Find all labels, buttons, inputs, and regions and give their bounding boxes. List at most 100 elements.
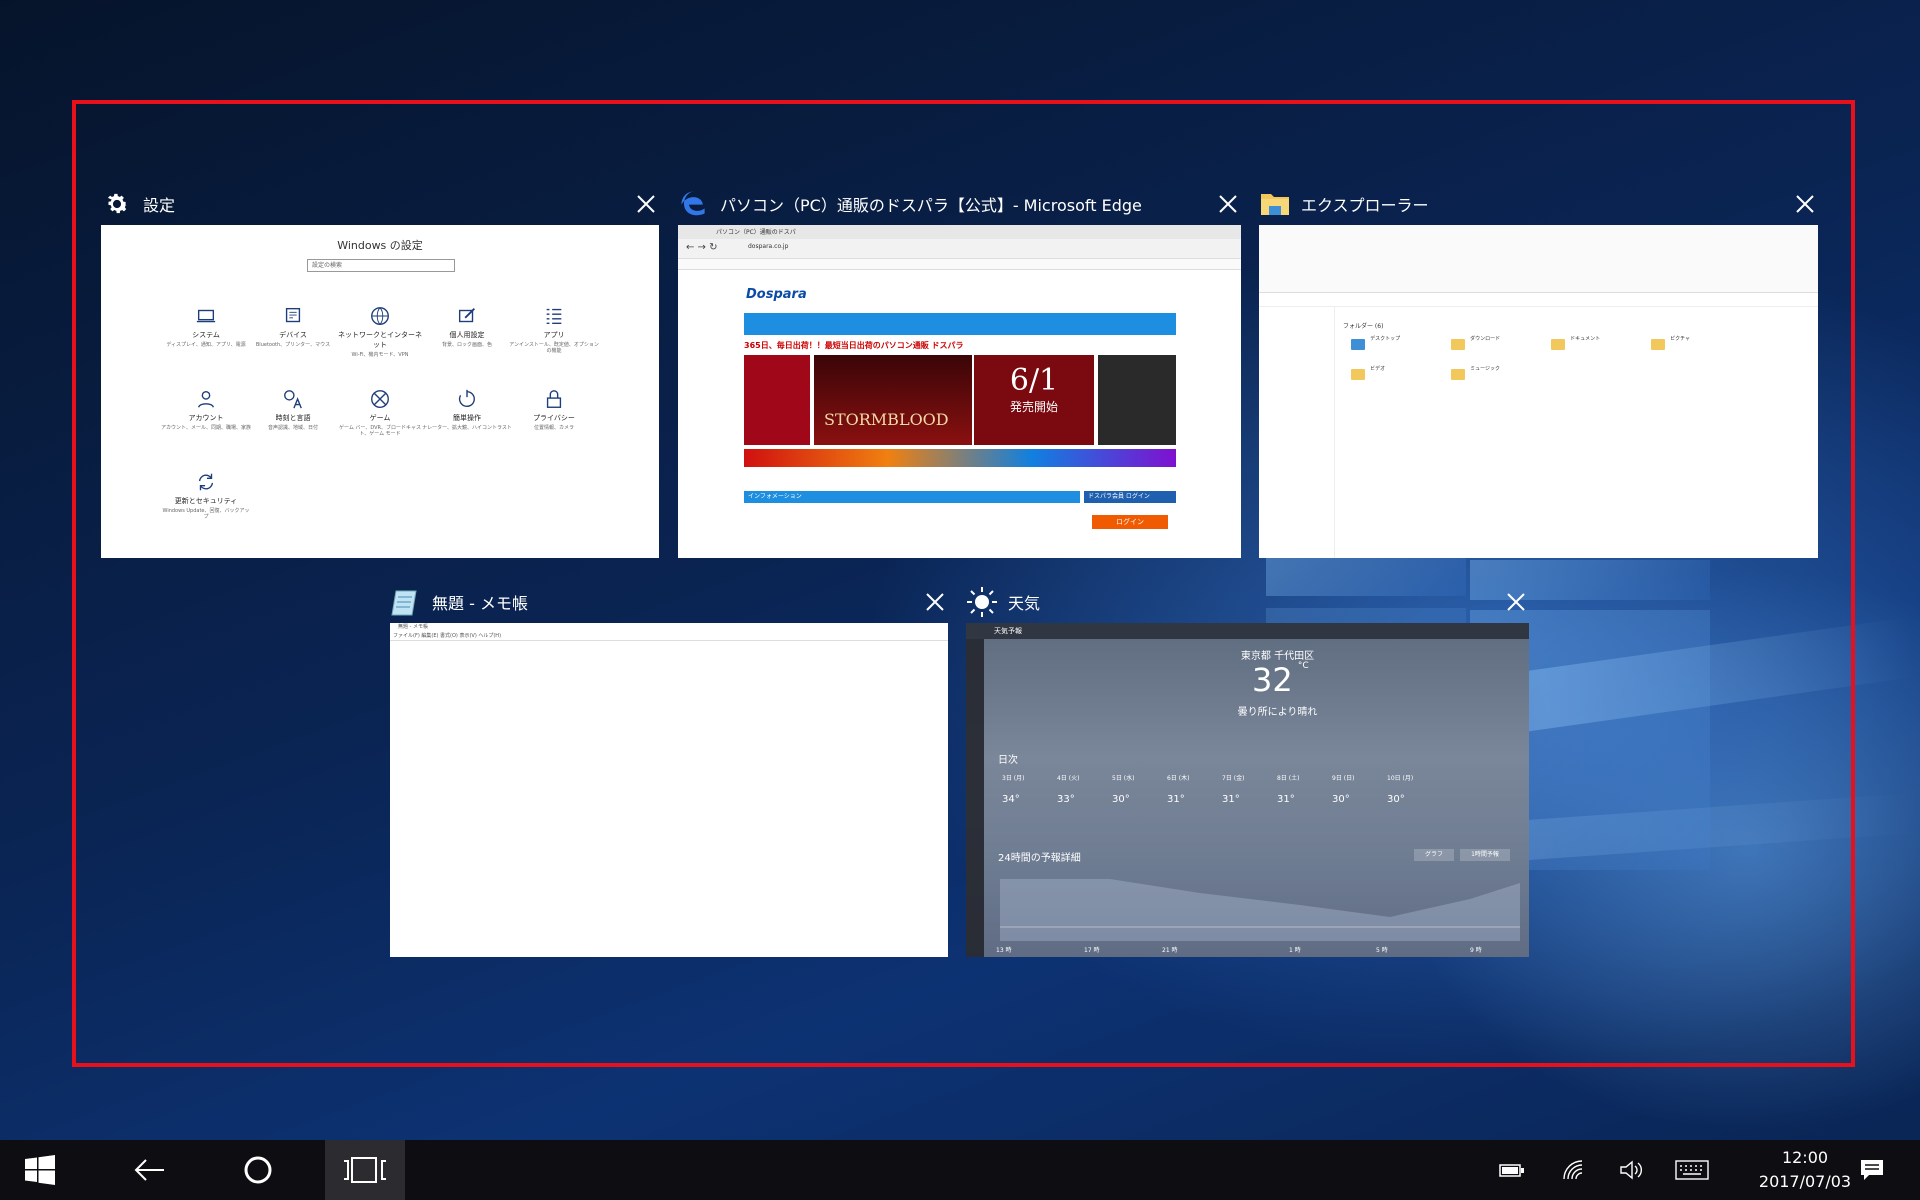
folder-item: ピクチャ [1651, 335, 1690, 354]
favorites-bar [678, 259, 1241, 270]
sun-icon [966, 586, 998, 618]
promo-strip [744, 449, 1176, 467]
browser-tabs: パソコン（PC）通販のドスパ [678, 225, 1241, 239]
day-forecast[interactable]: 4日 (火) 33° [1057, 773, 1105, 805]
headline: 365日、毎日出荷！！最短当日出荷のパソコン通販 ドスパラ [744, 341, 964, 350]
clock-time: 12:00 [1781, 1148, 1829, 1167]
settings-item: プライバシー 位置情報、カメラ [509, 388, 599, 431]
settings-heading: Windows の設定 [337, 239, 423, 252]
windows-logo-icon [25, 1155, 55, 1185]
task-title: 設定 [143, 196, 176, 215]
action-center-icon[interactable] [1858, 1157, 1886, 1183]
close-icon[interactable] [633, 191, 659, 217]
nav-banner [744, 313, 1176, 335]
settings-item: ネットワークとインターネット Wi-Fi、機内モード、VPN [335, 305, 425, 358]
settings-item: アカウント アカウント、メール、同期、職場、家族 [161, 388, 251, 431]
close-icon[interactable] [1792, 191, 1818, 217]
settings-item: デバイス Bluetooth、プリンター、マウス [248, 305, 338, 348]
graph-button[interactable]: グラフ [1414, 849, 1454, 861]
search-button[interactable] [218, 1140, 298, 1200]
task-settings[interactable]: 設定 Windows の設定 設定の検索 システム ディスプレイ、通知、アプリ、… [101, 183, 659, 558]
ribbon [1259, 225, 1818, 293]
window-thumbnail[interactable]: フォルダー (6) デスクトップ ダウンロード ドキュメント ピクチャ ビデオ … [1259, 225, 1818, 558]
hour-label: 21 時 [1162, 947, 1178, 954]
day-forecast[interactable]: 5日 (水) 30° [1112, 773, 1160, 805]
task-title: 天気 [1008, 594, 1041, 613]
nav-pane [1259, 307, 1335, 558]
day-forecast[interactable]: 8日 (土) 31° [1277, 773, 1325, 805]
folder-item: ビデオ [1351, 365, 1385, 384]
promo-left [744, 355, 810, 445]
dospara-logo: Dospara [746, 287, 807, 302]
day-forecast[interactable]: 6日 (木) 31° [1167, 773, 1215, 805]
window-thumbnail[interactable]: Windows の設定 設定の検索 システム ディスプレイ、通知、アプリ、電源 … [101, 225, 659, 558]
settings-item: システム ディスプレイ、通知、アプリ、電源 [161, 305, 251, 348]
task-view-icon [344, 1157, 386, 1183]
close-icon[interactable] [1215, 191, 1241, 217]
browser-nav: ← → ↻ dospara.co.jp [678, 239, 1241, 259]
window-thumbnail[interactable]: パソコン（PC）通販のドスパ ← → ↻ dospara.co.jp Dospa… [678, 225, 1241, 558]
day-forecast[interactable]: 10日 (月) 30° [1387, 773, 1435, 805]
window-thumbnail[interactable]: 天気予報 東京都 千代田区 32 °C 曇り所により晴れ 日次 3日 (月) 34… [966, 623, 1529, 957]
task-weather[interactable]: 天気 天気予報 東京都 千代田区 32 °C 曇り所により晴れ 日次 3日 (月… [966, 581, 1529, 957]
settings-item: 個人用設定 背景、ロック画面、色 [422, 305, 512, 348]
hourly-button[interactable]: 1時間予報 [1460, 849, 1510, 861]
promo-date: 6/1 発売開始 [974, 355, 1094, 445]
weather-city: 東京都 千代田区 [1240, 651, 1315, 662]
close-icon[interactable] [922, 589, 948, 615]
task-title: パソコン（PC）通販のドスパラ【公式】- Microsoft Edge [720, 196, 1142, 215]
day-forecast[interactable]: 3日 (月) 34° [1002, 773, 1050, 805]
address-bar [1259, 293, 1818, 307]
hour-label: 1 時 [1289, 947, 1301, 954]
day-forecast[interactable]: 7日 (金) 31° [1222, 773, 1270, 805]
task-title: エクスプローラー [1301, 196, 1429, 215]
battery-icon[interactable] [1498, 1157, 1526, 1183]
hour-label: 5 時 [1376, 947, 1388, 954]
task-notepad[interactable]: 無題 - メモ帳 無題 - メモ帳 ファイル(F) 編集(E) 書式(O) 表示… [390, 581, 948, 957]
settings-item: 時刻と言語 音声認識、地域、日付 [248, 388, 338, 431]
tab-label: パソコン（PC）通販のドスパ [716, 229, 796, 236]
task-edge[interactable]: パソコン（PC）通販のドスパラ【公式】- Microsoft Edge パソコン… [678, 183, 1241, 558]
folder-item: デスクトップ [1351, 335, 1400, 354]
task-view-button[interactable] [325, 1140, 405, 1200]
day-forecast[interactable]: 9日 (日) 30° [1332, 773, 1380, 805]
hourly-label: 24時間の予報詳細 [998, 853, 1081, 864]
notepad-menu: ファイル(F) 編集(E) 書式(O) 表示(V) ヘルプ(H) [390, 632, 948, 641]
daily-label: 日次 [998, 755, 1018, 766]
settings-item: 簡単操作 ナレーター、拡大鏡、ハイコントラスト [422, 388, 512, 431]
clock-date: 2017/07/03 [1758, 1172, 1852, 1191]
wifi-icon[interactable] [1560, 1157, 1588, 1183]
hourly-graph [1000, 879, 1520, 941]
hour-label: 9 時 [1470, 947, 1482, 954]
settings-search: 設定の検索 [307, 259, 455, 272]
task-title: 無題 - メモ帳 [432, 594, 528, 613]
hour-label: 13 時 [996, 947, 1012, 954]
address-bar: dospara.co.jp [748, 243, 789, 250]
info-header: インフォメーション [744, 491, 1080, 503]
keyboard-icon[interactable] [1674, 1157, 1710, 1183]
weather-sidebar [966, 639, 984, 957]
weather-condition: 曇り所により晴れ [1237, 707, 1318, 718]
settings-item: 更新とセキュリティ Windows Update、回復、バックアップ [161, 471, 251, 520]
hour-label: 17 時 [1084, 947, 1100, 954]
taskbar: 12:00 2017/07/03 [0, 1140, 1920, 1200]
volume-icon[interactable] [1618, 1157, 1646, 1183]
start-button[interactable] [0, 1140, 80, 1200]
folder-item: ダウンロード [1451, 335, 1500, 354]
notepad-icon [390, 586, 422, 618]
weather-appbar: 天気予報 [966, 623, 1529, 639]
folder-item: ミュージック [1451, 365, 1500, 384]
folder-item: ドキュメント [1551, 335, 1600, 354]
settings-item: アプリ アンインストール、既定値、オプションの機能 [509, 305, 599, 354]
gear-icon [101, 188, 133, 220]
clock[interactable]: 12:00 2017/07/03 [1750, 1146, 1860, 1194]
close-icon[interactable] [1503, 589, 1529, 615]
edge-icon [678, 188, 710, 220]
window-thumbnail[interactable]: 無題 - メモ帳 ファイル(F) 編集(E) 書式(O) 表示(V) ヘルプ(H… [390, 623, 948, 957]
login-button[interactable]: ログイン [1092, 515, 1168, 529]
settings-item: ゲーム ゲーム バー、DVR、ブロードキャスト、ゲーム モード [335, 388, 425, 437]
back-arrow-icon [134, 1159, 164, 1181]
task-explorer[interactable]: エクスプローラー フォルダー (6) デスクトップ ダウンロード ドキュメント … [1259, 183, 1818, 558]
folder-icon [1259, 188, 1291, 220]
back-button[interactable] [110, 1140, 190, 1200]
